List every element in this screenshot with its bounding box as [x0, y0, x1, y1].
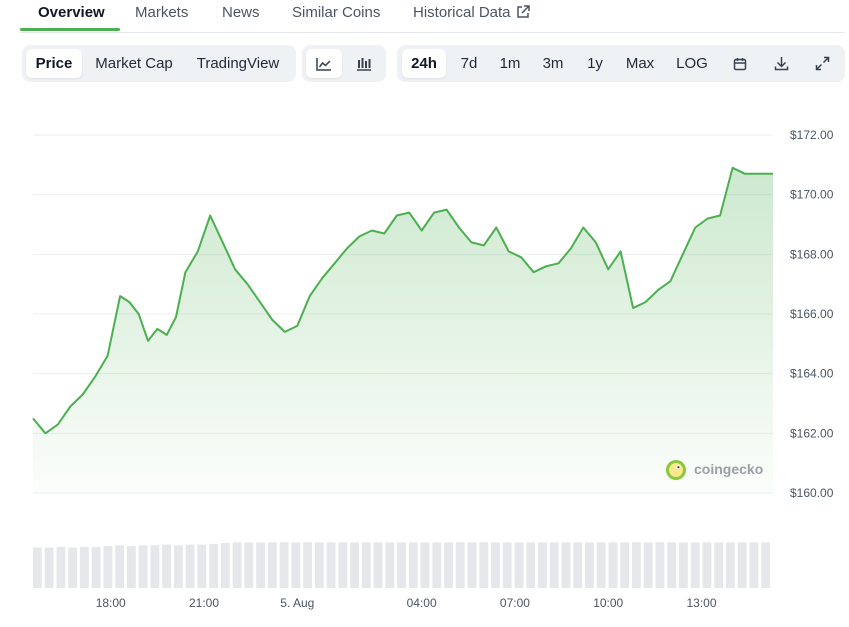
x-tick-label-3: 04:00 — [407, 596, 437, 610]
y-axis-labels: $172.00 $170.00 $168.00 $166.00 $164.00 $162.… — [790, 128, 834, 500]
volume-bar-62 — [761, 542, 771, 588]
volume-bar-27 — [350, 542, 359, 588]
volume-bar-4 — [80, 546, 89, 588]
volume-bar-59 — [726, 542, 735, 588]
volume-bar-20 — [267, 542, 277, 588]
volume-bar-40 — [502, 542, 512, 588]
y-tick-label-2: $168.00 — [790, 247, 834, 261]
volume-bar-0 — [33, 547, 42, 588]
volume-bar-21 — [279, 542, 289, 588]
volume-bar-15 — [209, 543, 218, 588]
volume-bar-50 — [620, 542, 630, 588]
volume-bar-45 — [561, 542, 571, 588]
price-chart[interactable]: $172.00 $170.00 $168.00 $166.00 $164.00 $162.… — [0, 0, 849, 627]
volume-bar-9 — [138, 545, 148, 588]
volume-bar-38 — [479, 542, 489, 588]
y-tick-label-3: $166.00 — [790, 307, 834, 321]
y-tick-label-4: $164.00 — [790, 367, 834, 381]
volume-bar-13 — [185, 544, 195, 588]
volume-bar-43 — [538, 542, 547, 588]
volume-bar-5 — [91, 546, 101, 588]
y-tick-label-6: $160.00 — [790, 486, 834, 500]
volume-bar-52 — [643, 542, 653, 588]
volume-bar-2 — [56, 546, 66, 588]
x-tick-label-2: 5. Aug — [280, 596, 314, 610]
volume-bar-8 — [127, 546, 136, 588]
volume-bar-39 — [491, 542, 500, 588]
volume-bar-49 — [608, 542, 618, 588]
volume-bar-31 — [397, 542, 406, 588]
watermark-text: coingecko — [694, 461, 763, 477]
volume-bar-60 — [737, 542, 747, 588]
volume-bar-19 — [256, 542, 265, 588]
volume-bar-42 — [526, 542, 536, 588]
volume-bar-11 — [162, 544, 171, 588]
volume-bar-26 — [338, 542, 348, 588]
volume-bar-56 — [690, 542, 700, 588]
volume-bar-54 — [667, 542, 677, 588]
y-tick-label-0: $172.00 — [790, 128, 834, 142]
y-tick-label-1: $170.00 — [790, 188, 834, 202]
volume-bar-58 — [714, 542, 724, 588]
volume-bar-3 — [68, 547, 77, 588]
volume-bar-36 — [455, 542, 465, 588]
x-tick-label-4: 07:00 — [500, 596, 530, 610]
volume-bar-12 — [174, 545, 183, 588]
volume-bar-25 — [326, 542, 336, 588]
x-tick-label-1: 21:00 — [189, 596, 219, 610]
volume-bar-24 — [314, 542, 324, 588]
volume-bar-53 — [655, 542, 665, 588]
volume-bar-48 — [596, 542, 606, 588]
volume-bar-28 — [361, 542, 371, 588]
volume-bar-1 — [44, 547, 54, 588]
volume-bar-16 — [220, 543, 230, 588]
x-axis-labels: 18:00 21:00 5. Aug 04:00 07:00 10:00 13:00 — [96, 596, 717, 610]
volume-bar-35 — [444, 542, 453, 588]
volume-bar-33 — [420, 542, 430, 588]
volume-bar-46 — [573, 542, 583, 588]
x-tick-label-5: 10:00 — [593, 596, 623, 610]
x-tick-label-6: 13:00 — [686, 596, 716, 610]
volume-bar-7 — [115, 545, 124, 588]
volume-bar-30 — [385, 542, 395, 588]
volume-bars — [33, 542, 771, 588]
volume-bar-51 — [632, 542, 641, 588]
volume-bar-10 — [150, 545, 160, 588]
volume-bar-32 — [408, 542, 418, 588]
volume-bar-14 — [197, 544, 207, 588]
x-tick-label-0: 18:00 — [96, 596, 126, 610]
volume-bar-37 — [467, 542, 477, 588]
coingecko-logo-icon — [666, 460, 686, 480]
volume-bar-22 — [291, 542, 301, 588]
volume-bar-6 — [103, 546, 113, 588]
volume-bar-34 — [432, 542, 442, 588]
volume-bar-41 — [514, 542, 524, 588]
volume-bar-17 — [232, 542, 242, 588]
volume-bar-29 — [373, 542, 383, 588]
volume-bar-57 — [702, 542, 712, 588]
volume-bar-61 — [749, 542, 759, 588]
y-tick-label-5: $162.00 — [790, 426, 834, 440]
volume-bar-55 — [679, 542, 688, 588]
volume-bar-23 — [303, 542, 312, 588]
volume-bar-44 — [549, 542, 559, 588]
volume-bar-47 — [585, 542, 594, 588]
volume-bar-18 — [244, 542, 254, 588]
